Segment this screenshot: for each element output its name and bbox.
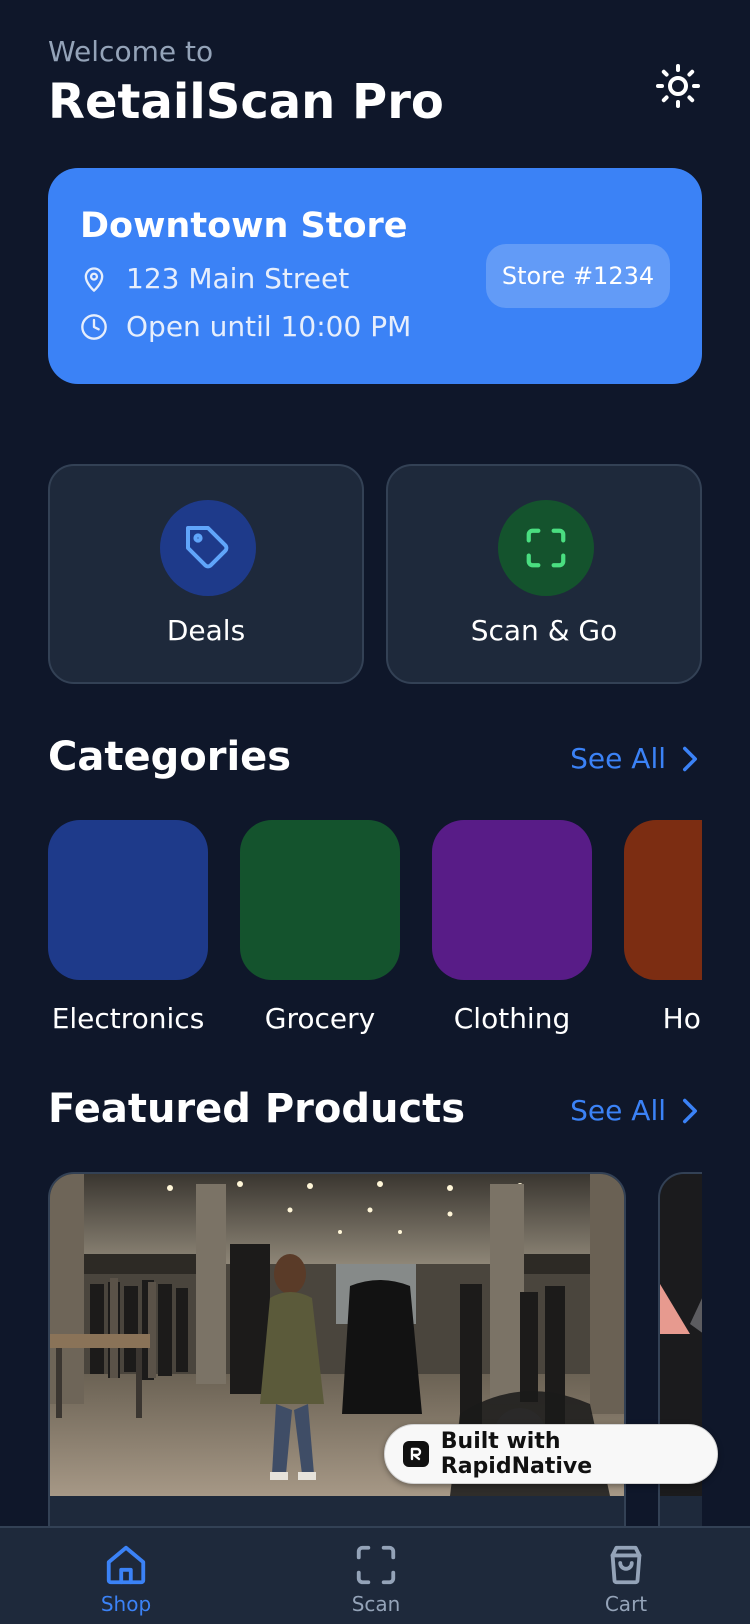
store-card[interactable]: Downtown Store 123 Main Street Open unti… xyxy=(48,168,702,384)
category-tile xyxy=(624,820,702,980)
scan-icon xyxy=(526,528,566,568)
category-label: Home xyxy=(662,1002,702,1035)
store-number-badge: Store #1234 xyxy=(486,244,670,308)
category-clothing[interactable]: Clothing xyxy=(432,820,592,1035)
categories-see-all-link[interactable]: See All xyxy=(570,742,700,775)
sun-icon xyxy=(656,64,700,108)
map-pin-icon xyxy=(84,266,104,292)
theme-toggle-button[interactable] xyxy=(650,58,706,114)
tab-label: Cart xyxy=(604,1592,648,1616)
tag-icon xyxy=(186,526,229,569)
tab-cart[interactable]: Cart xyxy=(556,1542,696,1616)
chevron-right-icon xyxy=(683,746,697,771)
categories-carousel[interactable]: Electronics Grocery Clothing Home xyxy=(48,820,702,1040)
see-all-label: See All xyxy=(570,1094,666,1127)
category-grocery[interactable]: Grocery xyxy=(240,820,400,1035)
welcome-text: Welcome to xyxy=(48,35,214,68)
bottom-tab-bar: Shop Scan Cart xyxy=(0,1526,750,1624)
store-hours-row: Open until 10:00 PM xyxy=(80,310,411,343)
home-icon xyxy=(106,1545,146,1585)
category-label: Clothing xyxy=(453,1002,571,1035)
featured-title: Featured Products xyxy=(48,1086,466,1132)
category-label: Grocery xyxy=(264,1002,376,1035)
rapidnative-logo-icon xyxy=(403,1441,429,1467)
tab-shop[interactable]: Shop xyxy=(56,1542,196,1616)
built-with-badge[interactable]: Built with RapidNative xyxy=(384,1424,718,1484)
category-tile xyxy=(240,820,400,980)
scan-go-icon-circle xyxy=(498,500,594,596)
category-tile xyxy=(48,820,208,980)
store-address: 123 Main Street xyxy=(126,262,350,295)
scan-go-label: Scan & Go xyxy=(470,614,618,647)
tab-label: Scan xyxy=(351,1592,401,1616)
categories-title: Categories xyxy=(48,734,292,780)
shopping-bag-icon xyxy=(610,1545,642,1585)
deals-icon-circle xyxy=(160,500,256,596)
category-tile xyxy=(432,820,592,980)
category-label: Electronics xyxy=(51,1002,205,1035)
category-electronics[interactable]: Electronics xyxy=(48,820,208,1035)
store-hours: Open until 10:00 PM xyxy=(126,310,412,343)
tab-label: Shop xyxy=(100,1592,152,1616)
category-home[interactable]: Home xyxy=(624,820,702,1035)
tab-scan[interactable]: Scan xyxy=(306,1542,446,1616)
built-with-label: Built with RapidNative xyxy=(440,1429,593,1479)
clock-icon xyxy=(81,313,107,340)
see-all-label: See All xyxy=(570,742,666,775)
store-address-row: 123 Main Street xyxy=(80,262,349,295)
scan-icon xyxy=(356,1545,396,1585)
featured-see-all-link[interactable]: See All xyxy=(570,1094,700,1127)
deals-label: Deals xyxy=(166,614,246,647)
scan-go-card[interactable]: Scan & Go xyxy=(386,464,702,684)
app-title: RetailScan Pro xyxy=(48,74,444,130)
store-name: Downtown Store xyxy=(80,206,408,246)
chevron-right-icon xyxy=(683,1098,697,1123)
deals-card[interactable]: Deals xyxy=(48,464,364,684)
header: Welcome to RetailScan Pro xyxy=(48,34,444,132)
